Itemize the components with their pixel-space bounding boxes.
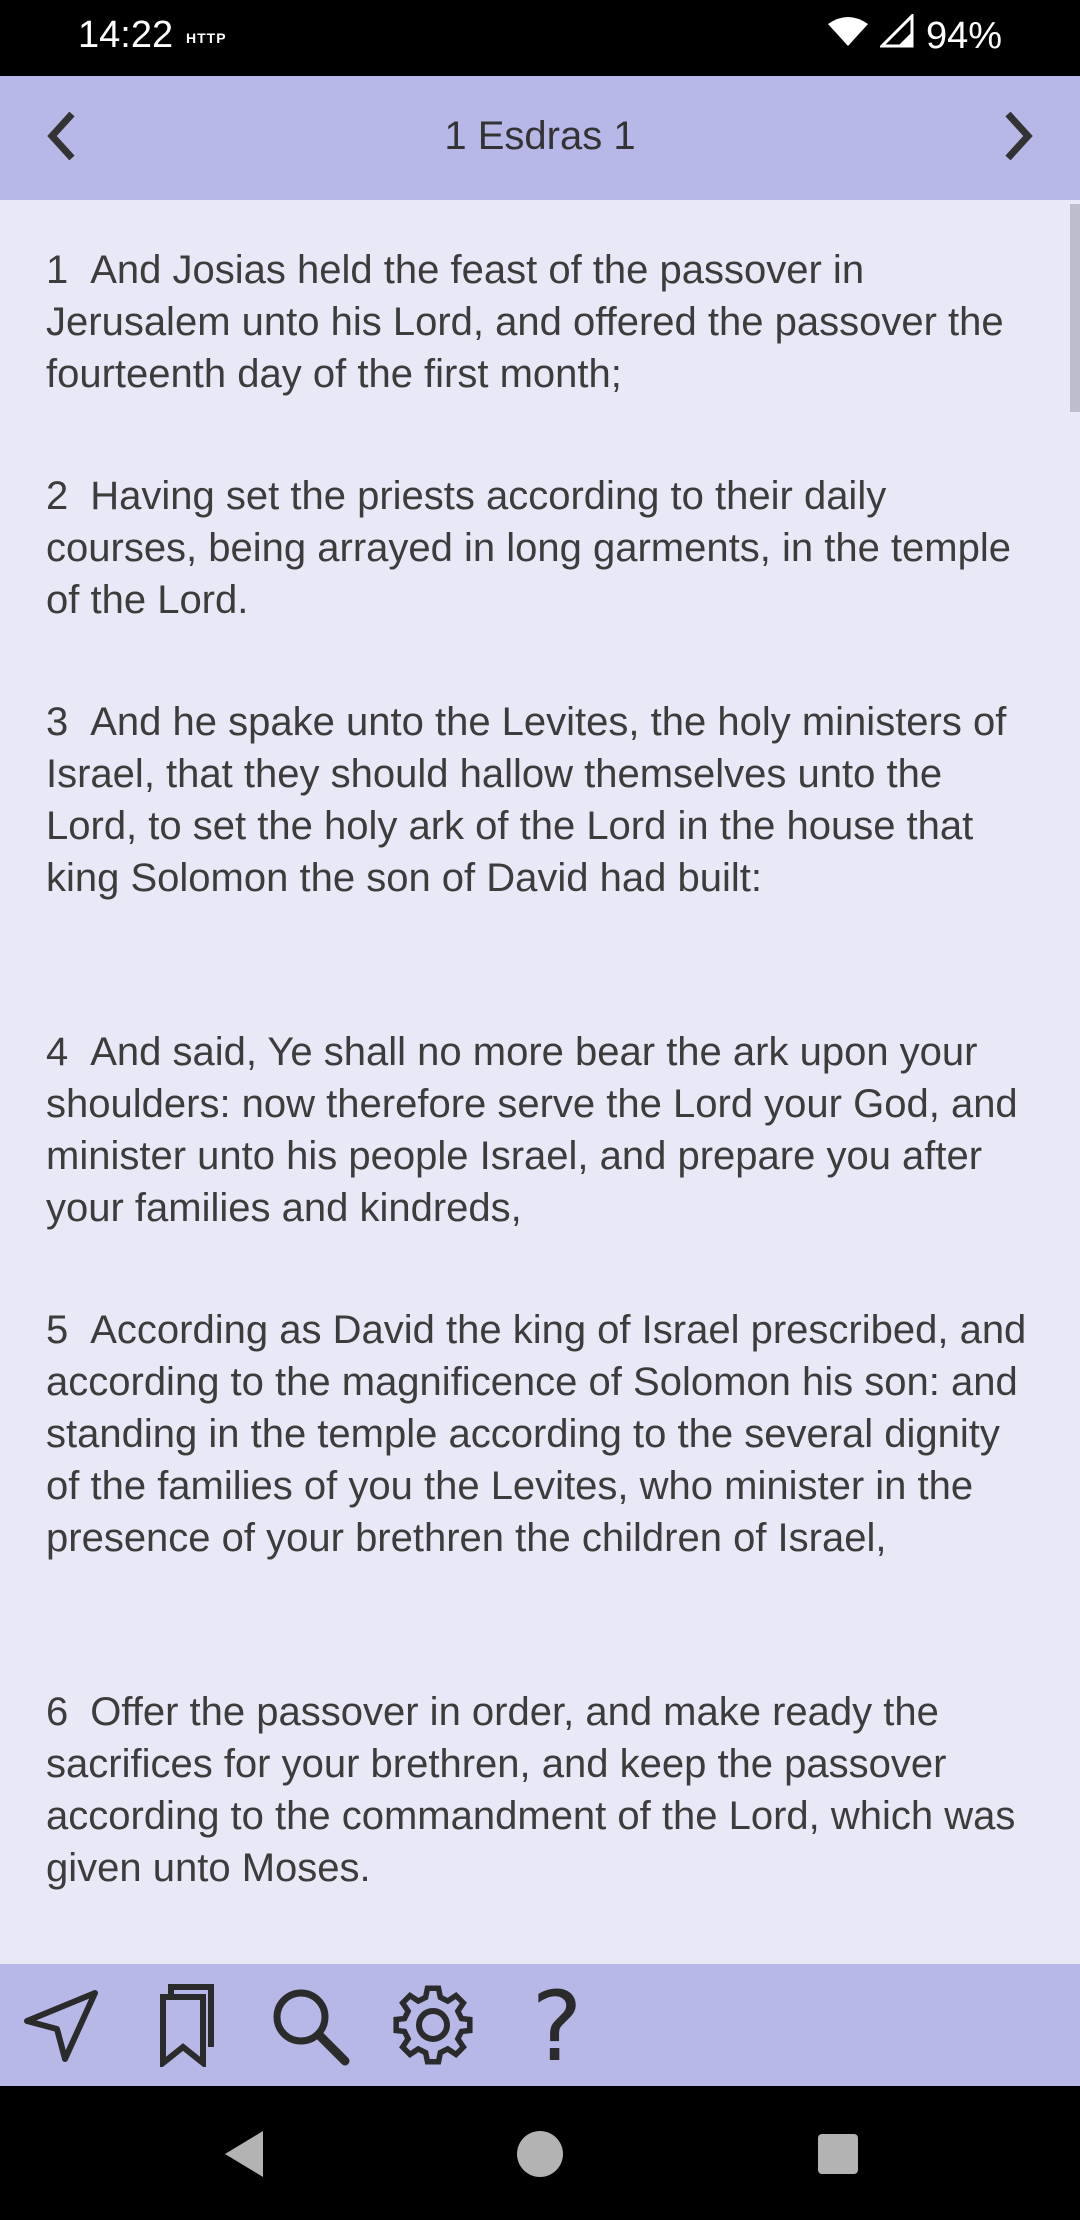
help-icon: ?	[531, 1971, 583, 2083]
verse-text: Offer the passover in order, and make re…	[46, 1690, 1016, 1890]
system-back-button[interactable]	[214, 2126, 274, 2186]
verse-2[interactable]: 2 Having set the priests according to the…	[46, 470, 1036, 626]
next-chapter-button[interactable]	[978, 98, 1058, 178]
verse-text: Having set the priests according to thei…	[46, 474, 1011, 622]
signal-icon	[878, 12, 914, 58]
verse-text: And he spake unto the Levites, the holy …	[46, 700, 1007, 900]
system-home-button[interactable]	[510, 2126, 570, 2186]
verse-number: 5	[46, 1308, 69, 1352]
verse-4[interactable]: 4 And said, Ye shall no more bear the ark…	[46, 1026, 1036, 1234]
bookmarks-icon	[155, 1983, 215, 2072]
help-button[interactable]: ?	[512, 1971, 602, 2083]
status-bar: 14:22 HTTP 94%	[0, 0, 1080, 76]
status-indicators: 94%	[827, 12, 1002, 58]
verse-number: 4	[46, 1030, 69, 1074]
verse-6[interactable]: 6 Offer the passover in order, and make r…	[46, 1686, 1036, 1894]
verse-number: 2	[46, 474, 69, 518]
verse-3[interactable]: 3 And he spake unto the Levites, the holy…	[46, 696, 1036, 904]
settings-icon	[391, 1983, 475, 2072]
system-navigation-bar	[0, 2086, 1080, 2220]
verse-number: 6	[46, 1690, 69, 1734]
search-icon	[267, 1983, 351, 2072]
status-http-label: HTTP	[186, 30, 227, 46]
verse-number: 1	[46, 248, 69, 292]
navigate-icon	[21, 1985, 101, 2070]
battery-level: 94%	[925, 14, 1002, 57]
back-triangle-icon	[221, 2129, 267, 2184]
status-time: 14:22	[78, 14, 174, 56]
verse-1[interactable]: 1 And Josias held the feast of the passov…	[46, 244, 1036, 400]
settings-button[interactable]	[388, 1982, 478, 2072]
system-recents-button[interactable]	[808, 2126, 868, 2186]
wifi-icon	[827, 15, 868, 58]
recents-square-icon	[816, 2132, 860, 2181]
verse-text: And Josias held the feast of the passove…	[46, 248, 1004, 396]
navigate-button[interactable]	[16, 1982, 106, 2072]
app-bar: 1 Esdras 1	[0, 76, 1080, 200]
verse-5[interactable]: 5 According as David the king of Israel p…	[46, 1304, 1036, 1564]
scrollbar-thumb[interactable]	[1070, 204, 1080, 412]
search-button[interactable]	[264, 1982, 354, 2072]
chevron-right-icon	[998, 108, 1038, 169]
home-circle-icon	[515, 2129, 565, 2184]
chapter-title[interactable]: 1 Esdras 1	[0, 114, 1080, 159]
verse-number: 3	[46, 700, 69, 744]
bottom-toolbar: ?	[0, 1964, 1080, 2086]
verse-text: And said, Ye shall no more bear the ark …	[46, 1030, 1018, 1230]
chapter-text[interactable]: 1 And Josias held the feast of the passov…	[0, 200, 1080, 1964]
verse-text: According as David the king of Israel pr…	[46, 1308, 1027, 1560]
bookmarks-button[interactable]	[140, 1982, 230, 2072]
